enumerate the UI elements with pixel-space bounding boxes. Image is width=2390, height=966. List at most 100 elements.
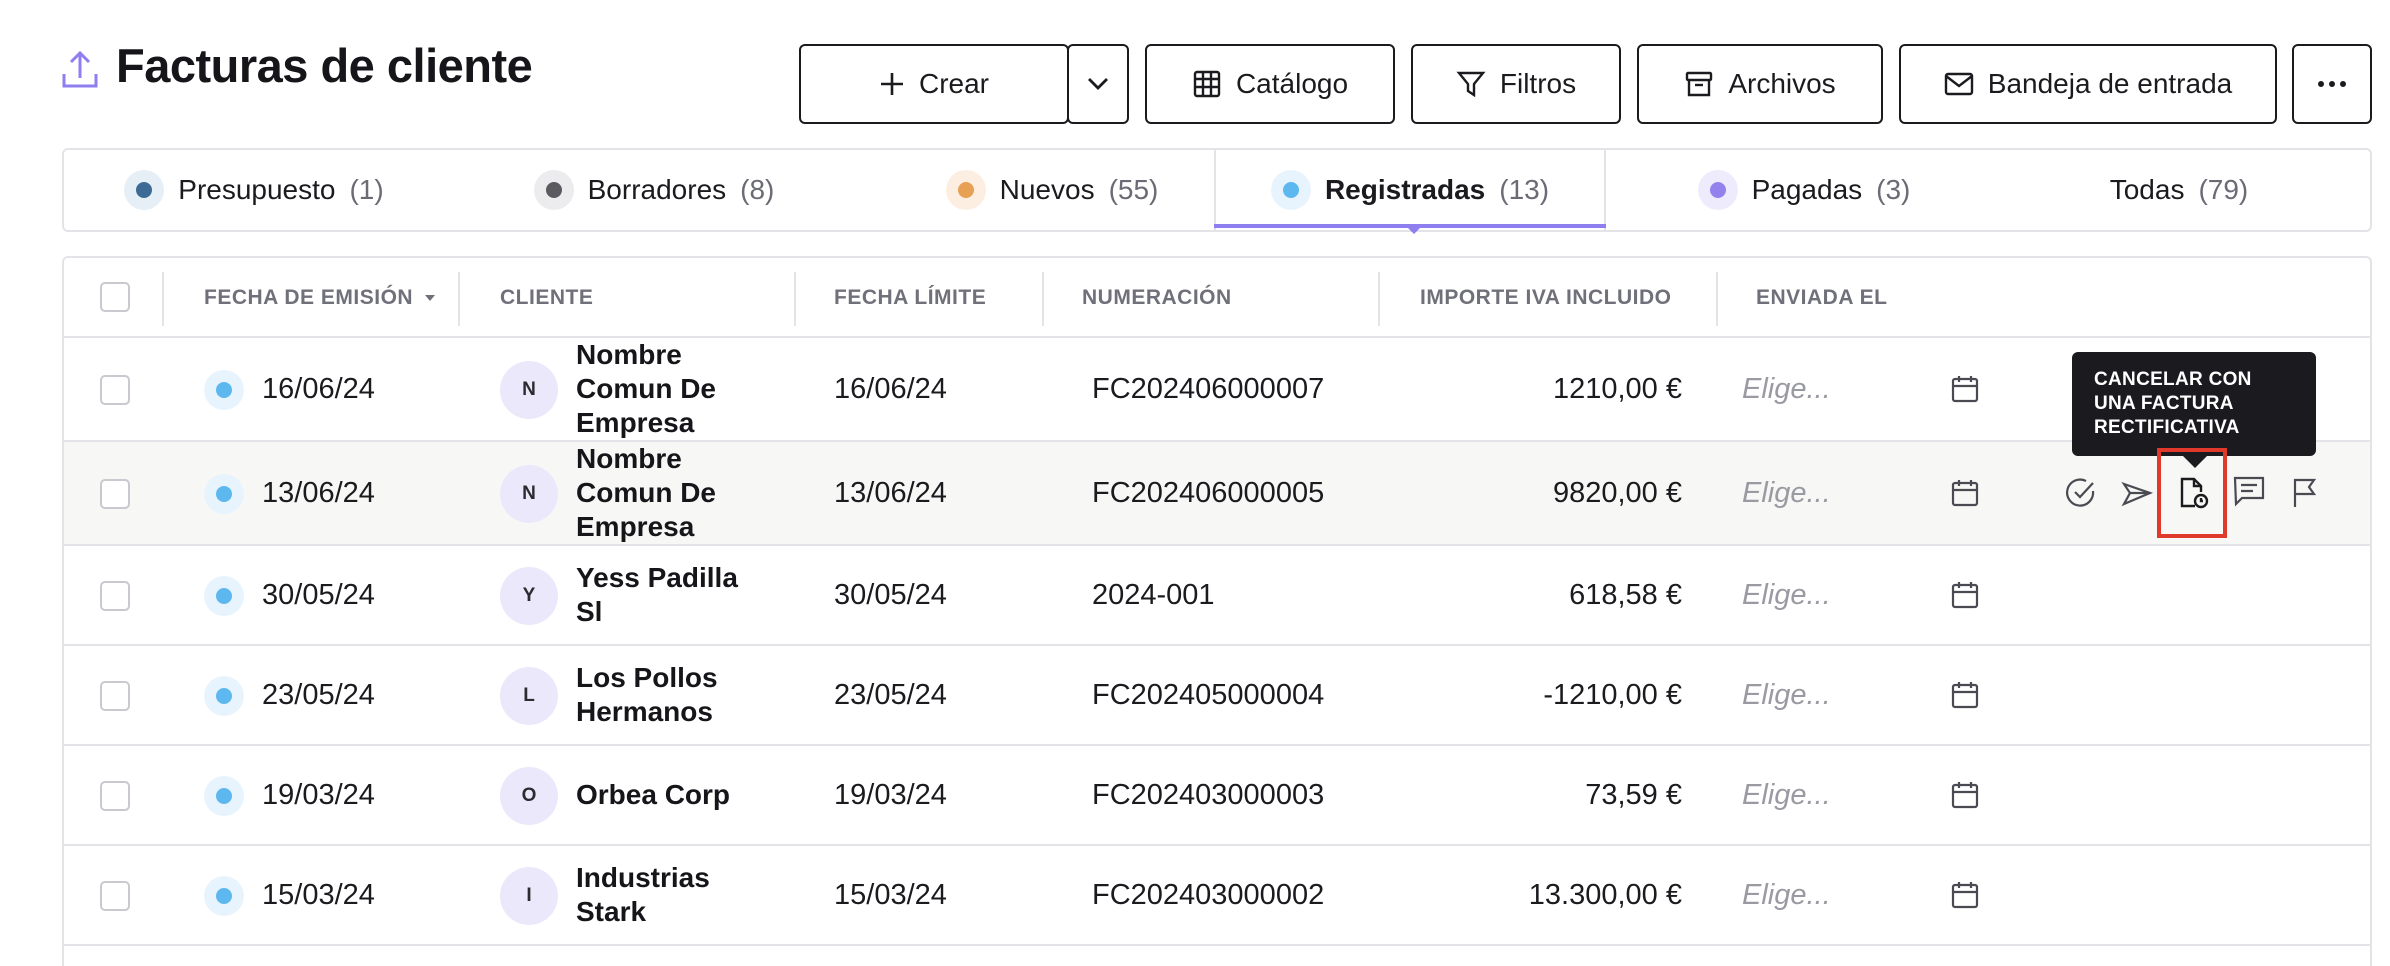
- plus-icon: [880, 73, 903, 95]
- column-due-date[interactable]: FECHA LÍMITE: [834, 258, 986, 338]
- column-issue-date[interactable]: FECHA DE EMISIÓN: [204, 258, 439, 338]
- client-name[interactable]: Nombre Comun De Empresa: [576, 338, 746, 440]
- issue-date: 23/05/24: [262, 678, 375, 711]
- files-button[interactable]: Archivos: [1637, 44, 1883, 124]
- status-dot-icon: [945, 170, 986, 210]
- avatar: N: [500, 465, 558, 523]
- tab-pagadas[interactable]: Pagadas (3): [1654, 150, 1954, 230]
- archive-box-icon: [1686, 71, 1713, 97]
- more-horizontal-icon: [2318, 81, 2346, 87]
- tab-presupuesto[interactable]: Presupuesto (1): [104, 150, 404, 230]
- table-row[interactable]: 16/06/24 N Nombre Comun De Empresa 16/06…: [64, 338, 2370, 442]
- sent-date-picker[interactable]: Elige...: [1742, 338, 1831, 440]
- send-icon[interactable]: [2120, 476, 2154, 510]
- sort-down-icon: [425, 295, 436, 301]
- avatar: O: [500, 767, 558, 825]
- table-row[interactable]: 19/03/24 O Orbea Corp 19/03/24 FC2024030…: [64, 746, 2370, 846]
- status-dot-icon: [124, 170, 165, 210]
- calendar-icon[interactable]: [1950, 478, 1980, 508]
- calendar-icon[interactable]: [1950, 580, 1980, 610]
- table-row[interactable]: 15/03/24 I Industrias Stark 15/03/24 FC2…: [64, 846, 2370, 946]
- column-sent[interactable]: ENVIADA EL: [1756, 258, 1887, 338]
- column-divider: [162, 272, 164, 326]
- amount: 618,58 €: [1569, 578, 1682, 611]
- comment-icon[interactable]: [2232, 474, 2266, 508]
- create-button[interactable]: Crear: [799, 44, 1069, 124]
- status-dot-icon: [204, 474, 244, 514]
- tab-label: Todas: [2109, 174, 2185, 205]
- sent-date-picker[interactable]: Elige...: [1742, 442, 1831, 544]
- row-checkbox[interactable]: [100, 375, 130, 405]
- due-date: 23/05/24: [834, 678, 947, 711]
- client-name[interactable]: Los Pollos Hermanos: [576, 661, 746, 729]
- sent-date-picker[interactable]: Elige...: [1742, 546, 1831, 644]
- column-client[interactable]: CLIENTE: [500, 258, 593, 338]
- create-dropdown-button[interactable]: [1067, 44, 1129, 124]
- inbox-button[interactable]: Bandeja de entrada: [1899, 44, 2277, 124]
- invoice-number: FC202403000003: [1092, 778, 1325, 811]
- tab-count: (55): [1108, 174, 1159, 205]
- amount: 1210,00 €: [1552, 372, 1682, 405]
- tab-count: (3): [1876, 174, 1911, 205]
- calendar-icon[interactable]: [1950, 780, 1980, 810]
- row-checkbox[interactable]: [100, 681, 130, 711]
- client-name[interactable]: Nombre Comun De Empresa: [576, 442, 746, 544]
- tab-registradas[interactable]: Registradas (13): [1214, 150, 1606, 230]
- due-date: 15/03/24: [834, 878, 947, 911]
- more-options-button[interactable]: [2292, 44, 2372, 124]
- tab-todas[interactable]: Todas (79): [2064, 150, 2294, 230]
- column-numbering[interactable]: NUMERACIÓN: [1082, 258, 1232, 338]
- sent-date-picker[interactable]: Elige...: [1742, 646, 1831, 744]
- status-dot-icon: [204, 876, 244, 916]
- issue-date: 15/03/24: [262, 878, 375, 911]
- select-all-checkbox[interactable]: [100, 282, 130, 312]
- invoice-number: FC202405000004: [1092, 678, 1325, 711]
- calendar-icon[interactable]: [1950, 680, 1980, 710]
- row-checkbox[interactable]: [100, 479, 130, 509]
- column-divider: [1042, 272, 1044, 326]
- column-issue-date-label: FECHA DE EMISIÓN: [204, 286, 414, 309]
- tab-count: (8): [740, 174, 775, 205]
- row-checkbox[interactable]: [100, 581, 130, 611]
- calendar-icon[interactable]: [1950, 880, 1980, 910]
- tab-label: Registradas: [1324, 174, 1486, 205]
- avatar: I: [500, 867, 558, 925]
- upload-tray-icon: [62, 50, 98, 88]
- amount: 73,59 €: [1585, 778, 1682, 811]
- status-tabs: Presupuesto (1) Borradores (8) Nuevos (5…: [62, 148, 2372, 232]
- calendar-icon[interactable]: [1950, 374, 1980, 404]
- issue-date: 16/06/24: [262, 372, 375, 405]
- client-name[interactable]: Orbea Corp: [576, 778, 836, 812]
- tab-nuevos[interactable]: Nuevos (55): [902, 150, 1202, 230]
- sent-date-picker[interactable]: Elige...: [1742, 846, 1831, 944]
- avatar: L: [500, 667, 558, 725]
- column-amount[interactable]: IMPORTE IVA INCLUIDO: [1420, 258, 1672, 338]
- table-row[interactable]: 30/05/24 Y Yess Padilla Sl 30/05/24 2024…: [64, 546, 2370, 646]
- check-circle-icon[interactable]: [2064, 476, 2098, 510]
- row-checkbox[interactable]: [100, 881, 130, 911]
- column-divider: [794, 272, 796, 326]
- client-name[interactable]: Industrias Stark: [576, 861, 746, 929]
- catalog-icon: [1193, 70, 1221, 98]
- due-date: 13/06/24: [834, 476, 947, 509]
- client-name[interactable]: Yess Padilla Sl: [576, 561, 746, 629]
- sent-date-picker[interactable]: Elige...: [1742, 746, 1831, 844]
- files-button-label: Archivos: [1728, 68, 1836, 99]
- chevron-down-icon: [1088, 78, 1108, 90]
- status-dot-icon: [533, 170, 574, 210]
- active-tab-caret: [1406, 226, 1422, 234]
- table-row[interactable]: 13/06/24 N Nombre Comun De Empresa 13/06…: [64, 442, 2370, 546]
- catalog-button-label: Catálogo: [1235, 68, 1349, 99]
- tab-borradores[interactable]: Borradores (8): [504, 150, 804, 230]
- row-checkbox[interactable]: [100, 781, 130, 811]
- due-date: 30/05/24: [834, 578, 947, 611]
- tab-label: Pagadas: [1751, 174, 1863, 205]
- issue-date: 30/05/24: [262, 578, 375, 611]
- table-row[interactable]: 23/05/24 L Los Pollos Hermanos 23/05/24 …: [64, 646, 2370, 746]
- catalog-button[interactable]: Catálogo: [1145, 44, 1395, 124]
- invoice-number: FC202406000007: [1092, 372, 1325, 405]
- amount: 13.300,00 €: [1528, 878, 1682, 911]
- filters-button[interactable]: Filtros: [1411, 44, 1621, 124]
- flag-icon[interactable]: [2288, 476, 2322, 510]
- create-button-label: Crear: [918, 68, 989, 99]
